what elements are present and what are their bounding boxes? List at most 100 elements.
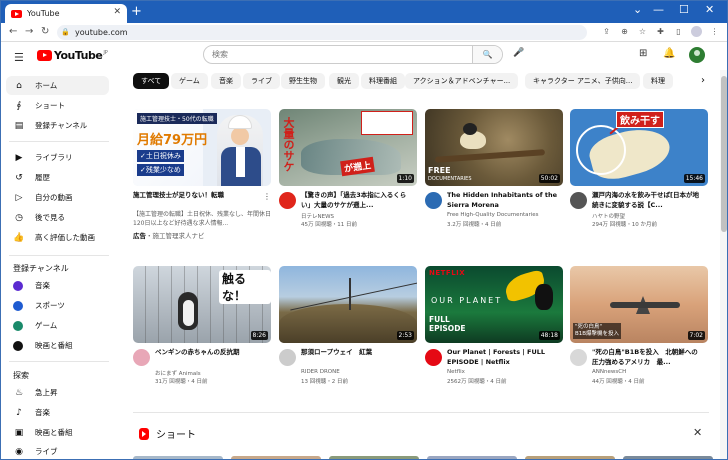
sidebar-item-your-videos[interactable]: ▷ 自分の動画 bbox=[6, 188, 109, 207]
channel-avatar[interactable] bbox=[279, 349, 296, 366]
video-title[interactable]: 瀬戸内海の水を飲み干せば[日本が地続きに変貌する説【C... bbox=[592, 191, 704, 210]
sidebar-item-watch-later[interactable]: ◷ 後で見る bbox=[6, 208, 109, 227]
menu-icon[interactable]: ☰ bbox=[14, 51, 24, 64]
sidebar-item-channel-gaming[interactable]: ゲーム bbox=[6, 316, 109, 335]
video-title[interactable]: "死の白鳥"B1Bを投入 北朝鮮への圧力強めるアメリカ 最... bbox=[592, 348, 704, 367]
channel-avatar[interactable] bbox=[425, 192, 442, 209]
sidebar-item-trending[interactable]: ♨ 急上昇 bbox=[6, 383, 109, 402]
channel-name[interactable]: Netflix bbox=[447, 369, 563, 375]
maximize-button[interactable]: ☐ bbox=[679, 3, 689, 16]
channel-avatar bbox=[13, 300, 23, 311]
video-thumbnail[interactable]: 飲み干す 15:46 bbox=[570, 109, 708, 186]
chip-all[interactable]: すべて bbox=[133, 73, 170, 89]
sidebar-item-music[interactable]: ♪ 音楽 bbox=[6, 403, 109, 422]
create-video-icon[interactable]: ⊞ bbox=[639, 48, 647, 59]
chip-cooking[interactable]: 料理 bbox=[643, 73, 673, 89]
sidebar-item-channel-music[interactable]: 音楽 bbox=[6, 276, 109, 295]
sidebar-item-channel-movies[interactable]: 映画と番組 bbox=[6, 336, 109, 355]
sidebar-item-live[interactable]: ◉ ライブ bbox=[6, 442, 109, 459]
video-title[interactable]: 施工管理技士が足りない！転職 bbox=[133, 191, 245, 210]
chip-action-adventure[interactable]: アクション＆アドベンチャー... bbox=[405, 73, 519, 89]
minimize-button[interactable]: — bbox=[653, 3, 664, 16]
channel-name[interactable]: 日テレNEWS bbox=[301, 212, 417, 220]
share-icon[interactable]: ⇪ bbox=[601, 26, 612, 37]
channel-avatar[interactable] bbox=[133, 349, 150, 366]
history-icon: ↺ bbox=[15, 172, 23, 183]
sidebar-item-liked[interactable]: 👍 高く評価した動画 bbox=[6, 228, 109, 247]
channel-avatar[interactable] bbox=[570, 349, 587, 366]
tab-close-icon[interactable]: ✕ bbox=[113, 7, 121, 17]
more-options-icon[interactable]: ⋮ bbox=[263, 192, 271, 201]
youtube-page: ☰ YouTube JP 検索 🔍 🎤 ⊞ 🔔 ⌂ ホーム ∮ ショート ▤ 登… bbox=[1, 42, 727, 459]
video-duration: 8:26 bbox=[250, 331, 268, 340]
browser-tab[interactable]: YouTube ✕ bbox=[5, 4, 127, 23]
search-button[interactable]: 🔍 bbox=[472, 46, 502, 63]
channel-name[interactable]: RIDER DRONE bbox=[301, 369, 417, 375]
voice-search-icon[interactable]: 🎤 bbox=[513, 48, 524, 58]
channel-name[interactable]: Free High-Quality Documentaries bbox=[447, 212, 563, 218]
short-thumbnail[interactable] bbox=[427, 456, 517, 459]
shorts-close-icon[interactable]: ✕ bbox=[693, 426, 702, 439]
video-thumbnail[interactable]: NETFLIX OUR PLANET FULL EPISODE 48:18 bbox=[425, 266, 563, 343]
video-thumbnail[interactable]: "死の白鳥" B1B爆撃機を投入 7:02 bbox=[570, 266, 708, 343]
short-thumbnail[interactable] bbox=[525, 456, 615, 459]
chip-gaming[interactable]: ゲーム bbox=[171, 73, 208, 89]
channel-avatar[interactable] bbox=[425, 349, 442, 366]
chip-cooking-shows[interactable]: 料理番組 bbox=[361, 73, 405, 89]
channel-name[interactable]: おにまず Animals bbox=[155, 369, 271, 377]
sidebar-item-history[interactable]: ↺ 履歴 bbox=[6, 168, 109, 187]
channel-name[interactable]: ハヤトの野望 bbox=[592, 212, 708, 220]
chip-next-icon[interactable]: › bbox=[701, 75, 705, 86]
sidepanel-icon[interactable]: ▯ bbox=[673, 26, 684, 37]
url-field[interactable]: 🔒 youtube.com bbox=[57, 25, 587, 40]
sidebar-item-channel-sports[interactable]: スポーツ bbox=[6, 296, 109, 315]
channel-avatar[interactable] bbox=[570, 192, 587, 209]
page-scrollbar[interactable] bbox=[720, 70, 727, 459]
channel-avatar[interactable] bbox=[279, 192, 296, 209]
video-title[interactable]: 【驚きの声】「過去3本指に入るくらい」大量のサケが遡上... bbox=[301, 191, 413, 210]
video-title[interactable]: 那須ロープウェイ 紅葉 bbox=[301, 348, 413, 367]
chip-music[interactable]: 音楽 bbox=[211, 73, 241, 89]
new-tab-button[interactable]: + bbox=[131, 4, 142, 20]
forward-icon[interactable]: → bbox=[25, 26, 33, 37]
sidebar-item-subscriptions[interactable]: ▤ 登録チャンネル bbox=[6, 116, 109, 135]
account-avatar[interactable] bbox=[689, 47, 705, 63]
bookmark-star-icon[interactable]: ☆ bbox=[637, 26, 648, 37]
video-thumbnail[interactable]: 大量のサケ が遡上 1:10 bbox=[279, 109, 417, 186]
sidebar-item-movies[interactable]: ▣ 映画と番組 bbox=[6, 423, 109, 442]
zoom-icon[interactable]: ⊕ bbox=[619, 26, 630, 37]
chip-character-anime[interactable]: キャラクター アニメ、子供向... bbox=[525, 73, 641, 89]
short-thumbnail[interactable] bbox=[329, 456, 419, 459]
short-thumbnail[interactable] bbox=[231, 456, 321, 459]
ad-thumbnail[interactable]: 施工管理技士・50代の転職 月給79万円 ✓土日祝休み ✓残業少なめ bbox=[133, 109, 271, 186]
short-thumbnail[interactable] bbox=[133, 456, 223, 459]
video-meta: 294万 回視聴・10 か月前 bbox=[592, 222, 657, 228]
notifications-bell-icon[interactable]: 🔔 bbox=[663, 48, 675, 59]
short-thumbnail[interactable] bbox=[623, 456, 713, 459]
video-thumbnail[interactable]: FREE DOCUMENTARIES 50:02 bbox=[425, 109, 563, 186]
video-title[interactable]: Our Planet | Forests | FULL EPISODE | Ne… bbox=[447, 348, 559, 367]
channel-name[interactable]: ANNnewsCH bbox=[592, 369, 708, 375]
tab-search-icon[interactable]: ⌄ bbox=[633, 3, 642, 16]
chip-wildlife[interactable]: 野生生物 bbox=[281, 73, 325, 89]
sidebar-item-library[interactable]: ▶ ライブラリ bbox=[6, 148, 109, 167]
video-thumbnail[interactable]: 触るな！ 8:26 bbox=[133, 266, 271, 343]
thumb-text: 月給79万円 bbox=[137, 133, 208, 148]
video-thumbnail[interactable]: 2:53 bbox=[279, 266, 417, 343]
chip-live[interactable]: ライブ bbox=[243, 73, 280, 89]
search-input[interactable]: 検索 🔍 bbox=[203, 45, 503, 64]
close-window-button[interactable]: ✕ bbox=[705, 3, 714, 16]
browser-menu-icon[interactable]: ⋮ bbox=[709, 26, 720, 37]
scrollbar-thumb[interactable] bbox=[721, 76, 727, 232]
sidebar-item-home[interactable]: ⌂ ホーム bbox=[6, 76, 109, 95]
sidebar-item-shorts[interactable]: ∮ ショート bbox=[6, 96, 109, 115]
extensions-icon[interactable]: ✚ bbox=[655, 26, 666, 37]
ad-advertiser[interactable]: ・施工管理求人ナビ bbox=[146, 232, 205, 240]
video-title[interactable]: The Hidden Inhabitants of the Sierra Mor… bbox=[447, 191, 559, 210]
youtube-logo[interactable]: YouTube JP bbox=[37, 49, 108, 62]
video-title[interactable]: ペンギンの赤ちゃんの反抗期 bbox=[155, 348, 267, 367]
back-icon[interactable]: ← bbox=[9, 26, 17, 37]
reload-icon[interactable]: ↻ bbox=[41, 26, 49, 37]
chip-tourism[interactable]: 観光 bbox=[329, 73, 359, 89]
profile-icon[interactable] bbox=[691, 26, 702, 37]
